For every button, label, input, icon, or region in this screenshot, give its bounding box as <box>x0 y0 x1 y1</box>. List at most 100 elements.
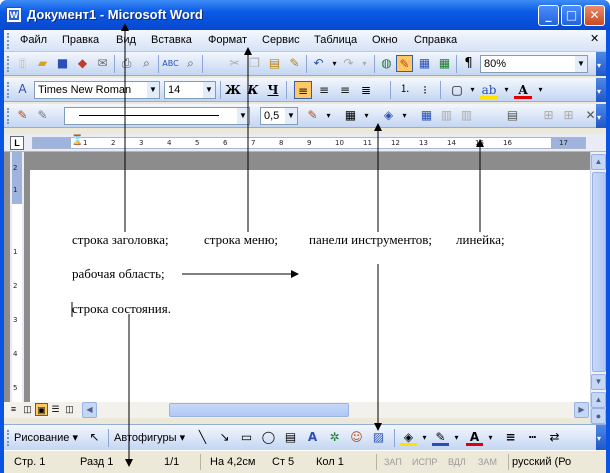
new-document-icon[interactable]: ▯ <box>14 55 31 72</box>
menu-window[interactable]: Окно <box>372 34 398 46</box>
distribute-rows-icon[interactable]: ⊞ <box>540 107 557 124</box>
font-name-select[interactable]: Times New Roman ▼ <box>34 81 160 99</box>
align-right-button[interactable]: ≡ <box>336 81 354 99</box>
paste-icon[interactable]: ▤ <box>266 55 283 72</box>
status-rec[interactable]: ЗАП <box>384 457 402 467</box>
menubar-grip[interactable] <box>7 33 10 49</box>
vertical-scroll-thumb[interactable] <box>592 172 606 372</box>
spelling-icon[interactable]: ABC <box>162 55 179 72</box>
insert-table-tb-icon[interactable]: ▦ <box>418 107 435 124</box>
research-icon[interactable]: ⌕ <box>182 55 199 72</box>
highlight-dropdown-icon[interactable]: ▾ <box>498 81 515 98</box>
toolbar-grip[interactable] <box>7 56 10 72</box>
outside-border-dropdown-icon[interactable]: ▾ <box>358 107 375 124</box>
draw-table-icon[interactable]: ✎ <box>14 107 31 124</box>
distribute-columns-icon[interactable]: ⊞ <box>560 107 577 124</box>
insert-table-icon[interactable]: ▦ <box>416 55 433 72</box>
align-center-button[interactable]: ≡ <box>315 81 333 99</box>
font-color-icon[interactable]: A <box>514 81 532 99</box>
eraser-icon[interactable]: ✎ <box>34 107 51 124</box>
toolbar-options-button[interactable] <box>596 78 606 102</box>
toolbar-options-button[interactable] <box>596 104 606 128</box>
border-color-dropdown-icon[interactable]: ▾ <box>320 107 337 124</box>
select-browse-object-button[interactable]: ● <box>591 408 606 424</box>
minimize-button[interactable]: _ <box>538 5 559 26</box>
toolbar-options-button[interactable] <box>596 425 606 450</box>
align-cell-icon[interactable]: ▤ <box>504 107 521 124</box>
undo-icon[interactable]: ↶ <box>310 55 327 72</box>
horizontal-ruler[interactable]: ⌛ 1 2 3 4 5 6 7 8 9 10 11 12 13 14 15 16… <box>32 136 586 149</box>
horizontal-scroll-thumb[interactable] <box>169 403 349 417</box>
styles-icon[interactable]: A <box>14 81 31 98</box>
menu-format[interactable]: Формат <box>208 34 247 46</box>
word-app-icon[interactable]: W <box>6 7 22 23</box>
line-style-icon[interactable]: ≡ <box>502 429 519 446</box>
merge-cells-icon[interactable]: ▥ <box>438 107 455 124</box>
draw-font-color-dropdown-icon[interactable]: ▾ <box>482 429 499 446</box>
fill-color-icon[interactable]: ◈ <box>400 429 417 446</box>
justify-button[interactable]: ≣ <box>357 81 375 99</box>
font-color-dropdown-icon[interactable]: ▾ <box>532 81 549 98</box>
line-style-dropdown-icon[interactable]: ▼ <box>237 108 249 124</box>
wordart-icon[interactable]: A <box>304 429 321 446</box>
highlight-icon[interactable]: ab <box>480 81 498 99</box>
dash-style-icon[interactable]: ┅ <box>524 429 541 446</box>
draw-font-color-icon[interactable]: A <box>466 429 483 446</box>
menu-edit[interactable]: Правка <box>62 34 99 46</box>
line-color-dropdown-icon[interactable]: ▾ <box>448 429 465 446</box>
status-ext[interactable]: ВДЛ <box>448 457 466 467</box>
redo-dropdown-icon[interactable]: ▾ <box>356 55 373 72</box>
numbering-icon[interactable]: ⒈ <box>396 81 414 99</box>
line-color-icon[interactable]: ✎ <box>432 429 449 446</box>
drawing-menu-button[interactable]: Рисование ▾ <box>14 431 78 444</box>
vertical-scrollbar[interactable]: ▲ ▼ ▲ ● ▼ <box>590 152 606 440</box>
clip-art-icon[interactable]: ☺ <box>348 429 365 446</box>
tables-borders-icon[interactable]: ✎ <box>396 55 413 72</box>
menu-insert[interactable]: Вставка <box>151 34 192 46</box>
status-ovr[interactable]: ЗАМ <box>478 457 497 467</box>
toolbar-grip[interactable] <box>7 82 10 98</box>
bullets-icon[interactable]: ⁝ <box>416 81 434 99</box>
title-bar[interactable]: W Документ1 - Microsoft Word _ □ ✕ <box>0 0 610 30</box>
shading-icon[interactable]: ◈ <box>380 107 397 124</box>
permission-icon[interactable]: ◆ <box>74 55 91 72</box>
redo-icon[interactable]: ↷ <box>340 55 357 72</box>
fill-color-dropdown-icon[interactable]: ▾ <box>416 429 433 446</box>
scroll-down-button[interactable]: ▼ <box>591 374 606 390</box>
open-icon[interactable]: ▰ <box>34 55 51 72</box>
split-cells-icon[interactable]: ▥ <box>458 107 475 124</box>
underline-button[interactable]: Ч <box>264 81 282 99</box>
previous-page-button[interactable]: ▲ <box>591 392 606 408</box>
scroll-left-button[interactable]: ◀ <box>82 402 97 418</box>
menu-help[interactable]: Справка <box>414 34 457 46</box>
menu-view[interactable]: Вид <box>116 34 136 46</box>
scroll-up-button[interactable]: ▲ <box>591 154 606 170</box>
font-size-select[interactable]: 14 ▼ <box>164 81 216 99</box>
menu-file[interactable]: Файл <box>20 34 47 46</box>
rectangle-icon[interactable]: ▭ <box>238 429 255 446</box>
font-name-dropdown-icon[interactable]: ▼ <box>147 82 159 98</box>
reading-view-icon[interactable]: ◫ <box>63 403 76 416</box>
horizontal-scrollbar[interactable]: ≡ ◫ ▣ ☰ ◫ ◀ ▶ <box>4 402 590 418</box>
shading-dropdown-icon[interactable]: ▾ <box>396 107 413 124</box>
oval-icon[interactable]: ◯ <box>260 429 277 446</box>
status-trk[interactable]: ИСПР <box>412 457 437 467</box>
autoshapes-menu-button[interactable]: Автофигуры ▾ <box>114 431 185 444</box>
line-weight-select[interactable]: 0,5 ▼ <box>260 107 298 125</box>
toolbar-grip[interactable] <box>7 108 10 124</box>
zoom-dropdown-icon[interactable]: ▼ <box>575 56 587 72</box>
align-left-button[interactable]: ≡ <box>294 81 312 99</box>
normal-view-icon[interactable]: ≡ <box>7 403 20 416</box>
font-size-dropdown-icon[interactable]: ▼ <box>203 82 215 98</box>
print-icon[interactable]: ⎙ <box>118 55 135 72</box>
outside-border-icon[interactable]: ▦ <box>342 107 359 124</box>
arrow-style-icon[interactable]: ⇄ <box>546 429 563 446</box>
italic-button[interactable]: К <box>244 81 262 99</box>
text-box-icon[interactable]: ▤ <box>282 429 299 446</box>
menu-tools[interactable]: Сервис <box>262 34 300 46</box>
insert-excel-icon[interactable]: ▦ <box>436 55 453 72</box>
vertical-ruler[interactable]: 2 1 1 2 3 4 5 <box>10 152 24 402</box>
toolbar-grip[interactable] <box>7 430 10 446</box>
tab-selector[interactable]: L <box>10 136 24 150</box>
close-document-icon[interactable]: ✕ <box>590 32 599 45</box>
